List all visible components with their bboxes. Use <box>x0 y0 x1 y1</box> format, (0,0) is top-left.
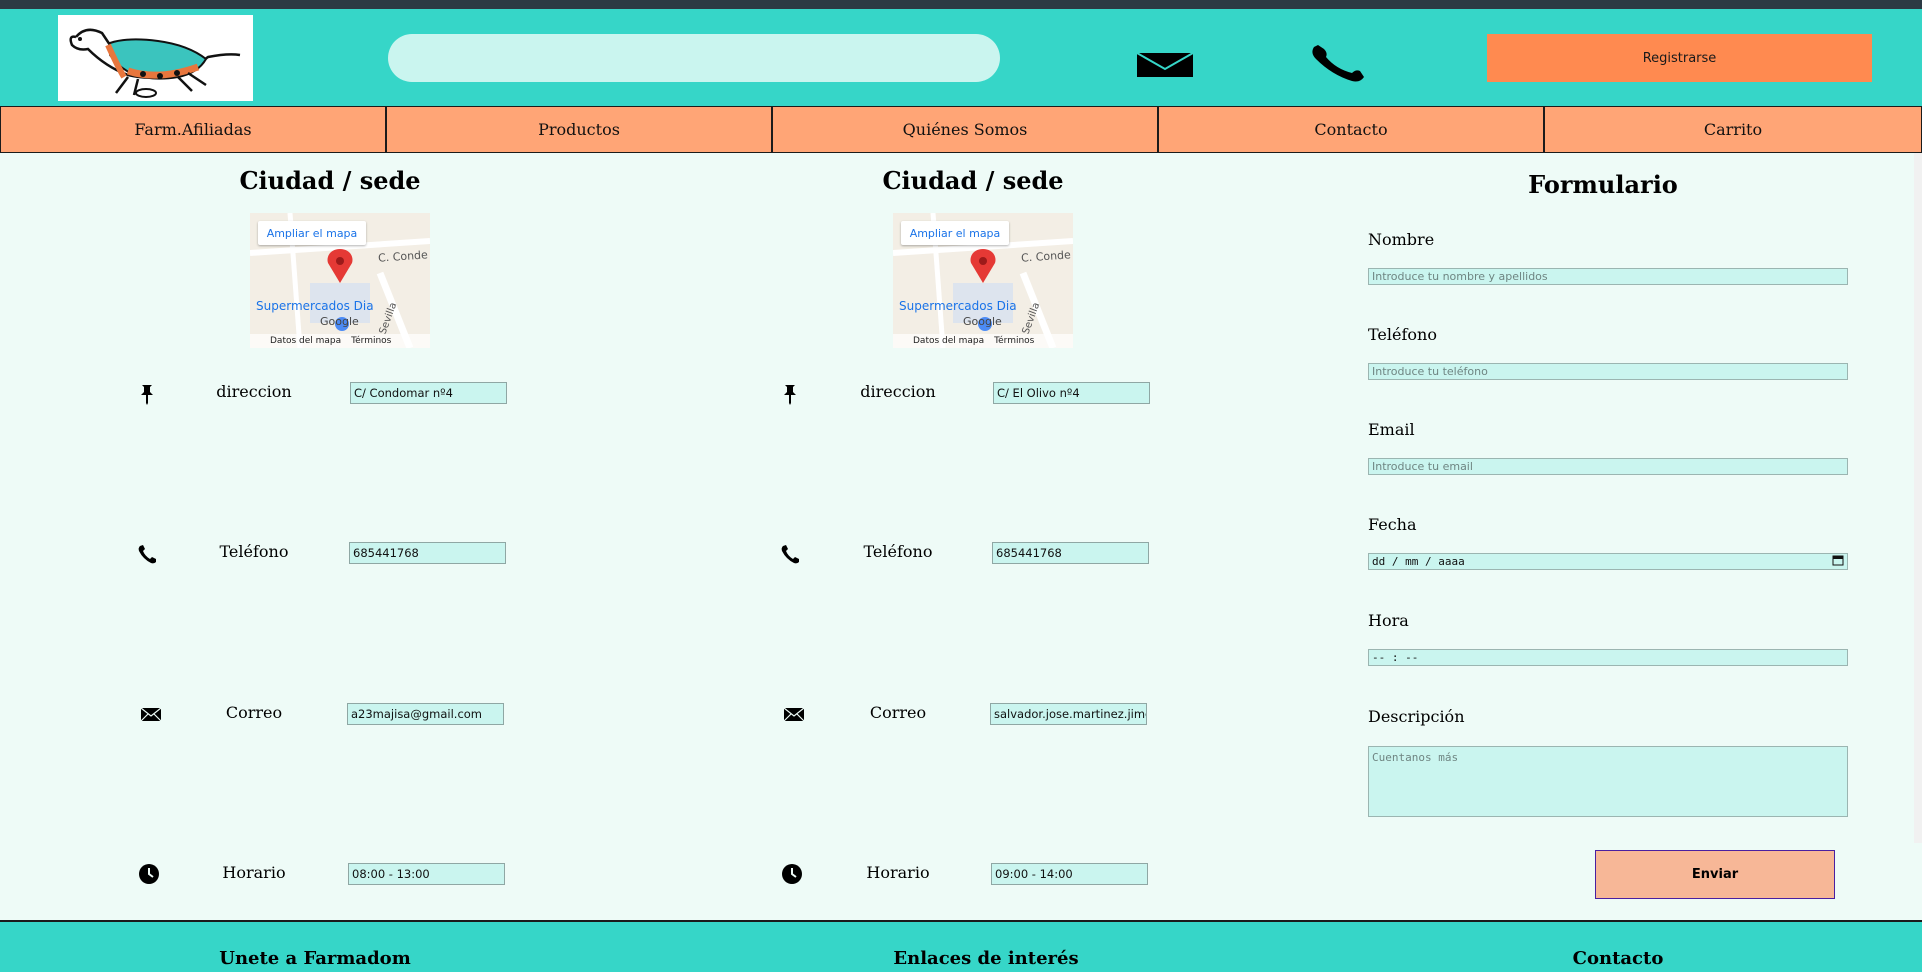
map-place-label: Supermercados Dia <box>899 299 1017 313</box>
correo-field[interactable]: salvador.jose.martinez.jimen <box>990 703 1147 725</box>
telefono-label: Teléfono <box>863 542 933 561</box>
map-footer: Datos del mapa Términos <box>250 334 430 348</box>
site-header: Registrarse <box>0 9 1922 106</box>
telefono-input[interactable]: Introduce tu teléfono <box>1368 363 1848 380</box>
nav-item-contacto[interactable]: Contacto <box>1158 106 1544 153</box>
time-input[interactable]: -- : -- <box>1368 649 1848 666</box>
map-data-link[interactable]: Datos del mapa <box>270 336 341 346</box>
map-google-logo: Google <box>963 315 1002 328</box>
phone-icon[interactable] <box>1308 39 1370 85</box>
correo-label: Correo <box>225 703 283 722</box>
nav-item-carrito[interactable]: Carrito <box>1544 106 1922 153</box>
scrollbar[interactable] <box>1914 153 1922 843</box>
envelope-icon <box>140 703 162 725</box>
map-embed[interactable]: Ampliar el mapa C. Conde de C Supermerca… <box>893 213 1073 348</box>
direccion-field[interactable]: C/ Condomar nº4 <box>350 382 507 404</box>
correo-field[interactable]: a23majisa@gmail.com <box>347 703 504 725</box>
envelope-icon <box>783 703 805 725</box>
telefono-label: Teléfono <box>219 542 289 561</box>
horario-label: Horario <box>866 863 930 882</box>
correo-label: Correo <box>869 703 927 722</box>
direccion-field[interactable]: C/ El Olivo nº4 <box>993 382 1150 404</box>
descripcion-label: Descripción <box>1368 707 1465 726</box>
register-button[interactable]: Registrarse <box>1487 34 1872 82</box>
calendar-icon[interactable] <box>1832 554 1844 569</box>
horario-field[interactable]: 09:00 - 14:00 <box>991 863 1148 885</box>
phone-icon <box>136 543 158 565</box>
expand-map-button[interactable]: Ampliar el mapa <box>258 221 366 245</box>
fecha-label: Fecha <box>1368 515 1417 534</box>
telefono-label: Teléfono <box>1368 325 1437 344</box>
dog-logo[interactable] <box>58 15 253 101</box>
telefono-field[interactable]: 685441768 <box>992 542 1149 564</box>
direccion-label: direccion <box>860 382 936 401</box>
map-google-logo: Google <box>320 315 359 328</box>
map-terms-link[interactable]: Términos <box>351 336 391 346</box>
date-value: dd / mm / aaaa <box>1372 555 1465 568</box>
hora-label: Hora <box>1368 611 1409 630</box>
clock-icon <box>138 863 160 885</box>
descripcion-textarea[interactable]: Cuentanos más <box>1368 746 1848 817</box>
nav-item-quienes-somos[interactable]: Quiénes Somos <box>772 106 1158 153</box>
site-footer: Unete a Farmadom Enlaces de interés Cont… <box>0 920 1922 972</box>
telefono-field[interactable]: 685441768 <box>349 542 506 564</box>
form-title: Formulario <box>1528 170 1678 199</box>
map-terms-link[interactable]: Términos <box>994 336 1034 346</box>
nombre-label: Nombre <box>1368 230 1435 249</box>
direccion-label: direccion <box>216 382 292 401</box>
main-nav: Farm.Afiliadas Productos Quiénes Somos C… <box>0 106 1922 153</box>
time-value: -- : -- <box>1372 651 1419 664</box>
clock-icon <box>781 863 803 885</box>
date-input[interactable]: dd / mm / aaaa <box>1368 553 1848 570</box>
pin-icon <box>779 383 801 405</box>
footer-links-title: Enlaces de interés <box>893 948 1079 969</box>
email-input[interactable]: Introduce tu email <box>1368 458 1848 475</box>
browser-top-strip <box>0 0 1922 9</box>
map-data-link[interactable]: Datos del mapa <box>913 336 984 346</box>
email-label: Email <box>1368 420 1415 439</box>
nav-item-productos[interactable]: Productos <box>386 106 772 153</box>
map-embed[interactable]: Ampliar el mapa C. Conde de C Supermerca… <box>250 213 430 348</box>
sede-title: Ciudad / sede <box>882 166 1064 195</box>
horario-field[interactable]: 08:00 - 13:00 <box>348 863 505 885</box>
search-input[interactable] <box>388 34 1000 82</box>
horario-label: Horario <box>222 863 286 882</box>
footer-join-title: Unete a Farmadom <box>219 948 411 969</box>
nav-item-farm-afiliadas[interactable]: Farm.Afiliadas <box>0 106 386 153</box>
sede-title: Ciudad / sede <box>239 166 421 195</box>
map-footer: Datos del mapa Términos <box>893 334 1073 348</box>
phone-icon <box>779 543 801 565</box>
expand-map-button[interactable]: Ampliar el mapa <box>901 221 1009 245</box>
envelope-icon[interactable] <box>1135 47 1195 81</box>
footer-contact-title: Contacto <box>1572 948 1664 969</box>
map-place-label: Supermercados Dia <box>256 299 374 313</box>
pin-icon <box>136 383 158 405</box>
submit-button[interactable]: Enviar <box>1595 850 1835 899</box>
nombre-input[interactable]: Introduce tu nombre y apellidos <box>1368 268 1848 285</box>
